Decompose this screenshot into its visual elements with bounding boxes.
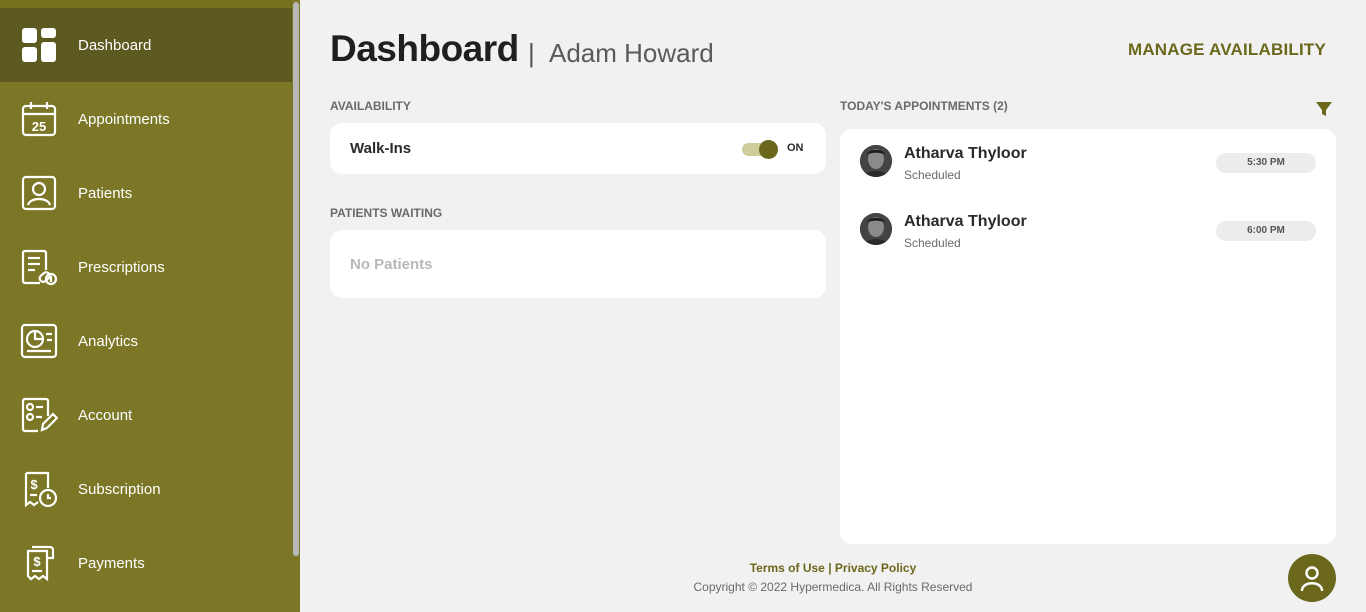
appointment-item[interactable]: Atharva Thyloor Scheduled 6:00 PM [840,197,1336,257]
sidebar-item-payments[interactable]: $ Payments [0,526,292,600]
sidebar-item-label: Account [78,406,133,424]
terms-link[interactable]: Terms of Use [750,561,825,575]
walkins-card: Walk-Ins ON [330,123,826,174]
sidebar: Dashboard 25 Appointments Patients Presc… [0,0,300,612]
calendar-day-text: 25 [32,119,46,134]
sidebar-item-dashboard[interactable]: Dashboard [0,8,292,82]
sidebar-item-account[interactable]: Account [0,378,292,452]
sidebar-scrollbar[interactable] [292,0,300,612]
filter-icon[interactable] [1315,100,1333,118]
title-separator: | [528,38,535,68]
profile-button[interactable] [1288,554,1336,602]
svg-text:$: $ [30,477,38,492]
sidebar-scroll-thumb[interactable] [293,2,299,556]
sidebar-item-patients[interactable]: Patients [0,156,292,230]
privacy-link[interactable]: Privacy Policy [835,561,916,575]
appointment-patient-name: Atharva Thyloor [904,213,1027,230]
main-content: Dashboard | Adam Howard MANAGE AVAILABIL… [300,0,1366,612]
availability-section-label: AVAILABILITY [330,99,411,113]
sidebar-item-subscription[interactable]: $ Subscription [0,452,292,526]
dashboard-icon [20,26,58,64]
appointment-time-badge: 5:30 PM [1216,153,1316,173]
toggle-state-text: ON [787,142,804,154]
appointments-card: Atharva Thyloor Scheduled 5:30 PM Atharv… [840,129,1336,544]
sidebar-top-strip [0,0,300,8]
walkins-label: Walk-Ins [350,140,412,157]
manage-availability-link[interactable]: MANAGE AVAILABILITY [1128,40,1326,60]
walkins-toggle[interactable] [742,140,778,159]
sidebar-item-analytics[interactable]: Analytics [0,304,292,378]
sidebar-item-appointments[interactable]: 25 Appointments [0,82,292,156]
footer-links: Terms of Use | Privacy Policy [300,561,1366,575]
sidebar-item-label: Appointments [78,110,170,128]
calendar-icon: 25 [20,100,58,138]
patients-waiting-section-label: PATIENTS WAITING [330,206,443,220]
sidebar-item-label: Patients [78,184,133,202]
footer-divider: | [828,561,832,575]
patient-icon [20,174,58,212]
user-icon [1300,566,1324,591]
toggle-knob [759,140,778,159]
no-patients-text: No Patients [350,256,433,273]
user-name: Adam Howard [549,38,714,68]
analytics-icon [20,322,58,360]
appointment-status: Scheduled [904,236,961,250]
avatar [860,213,892,245]
sidebar-item-label: Prescriptions [78,258,165,276]
sidebar-item-label: Subscription [78,480,161,498]
sidebar-nav: Dashboard 25 Appointments Patients Presc… [0,8,292,600]
appointments-section-label: TODAY'S APPOINTMENTS (2) [840,99,1008,113]
sidebar-item-label: Payments [78,554,145,572]
sidebar-item-label: Dashboard [78,36,152,54]
prescription-icon [20,248,58,286]
appointment-patient-name: Atharva Thyloor [904,145,1027,162]
sidebar-item-prescriptions[interactable]: Prescriptions [0,230,292,304]
avatar [860,145,892,177]
patients-waiting-card: No Patients [330,230,826,298]
sidebar-item-label: Analytics [78,332,139,350]
appointment-status: Scheduled [904,168,961,182]
svg-text:$: $ [33,554,41,569]
payments-icon: $ [20,544,58,582]
page-title: Dashboard [330,28,519,69]
appointment-time-badge: 6:00 PM [1216,221,1316,241]
account-icon [20,396,58,434]
copyright-text: Copyright © 2022 Hypermedica. All Rights… [693,580,973,594]
subscription-icon: $ [20,470,58,508]
appointment-item[interactable]: Atharva Thyloor Scheduled 5:30 PM [840,129,1336,189]
